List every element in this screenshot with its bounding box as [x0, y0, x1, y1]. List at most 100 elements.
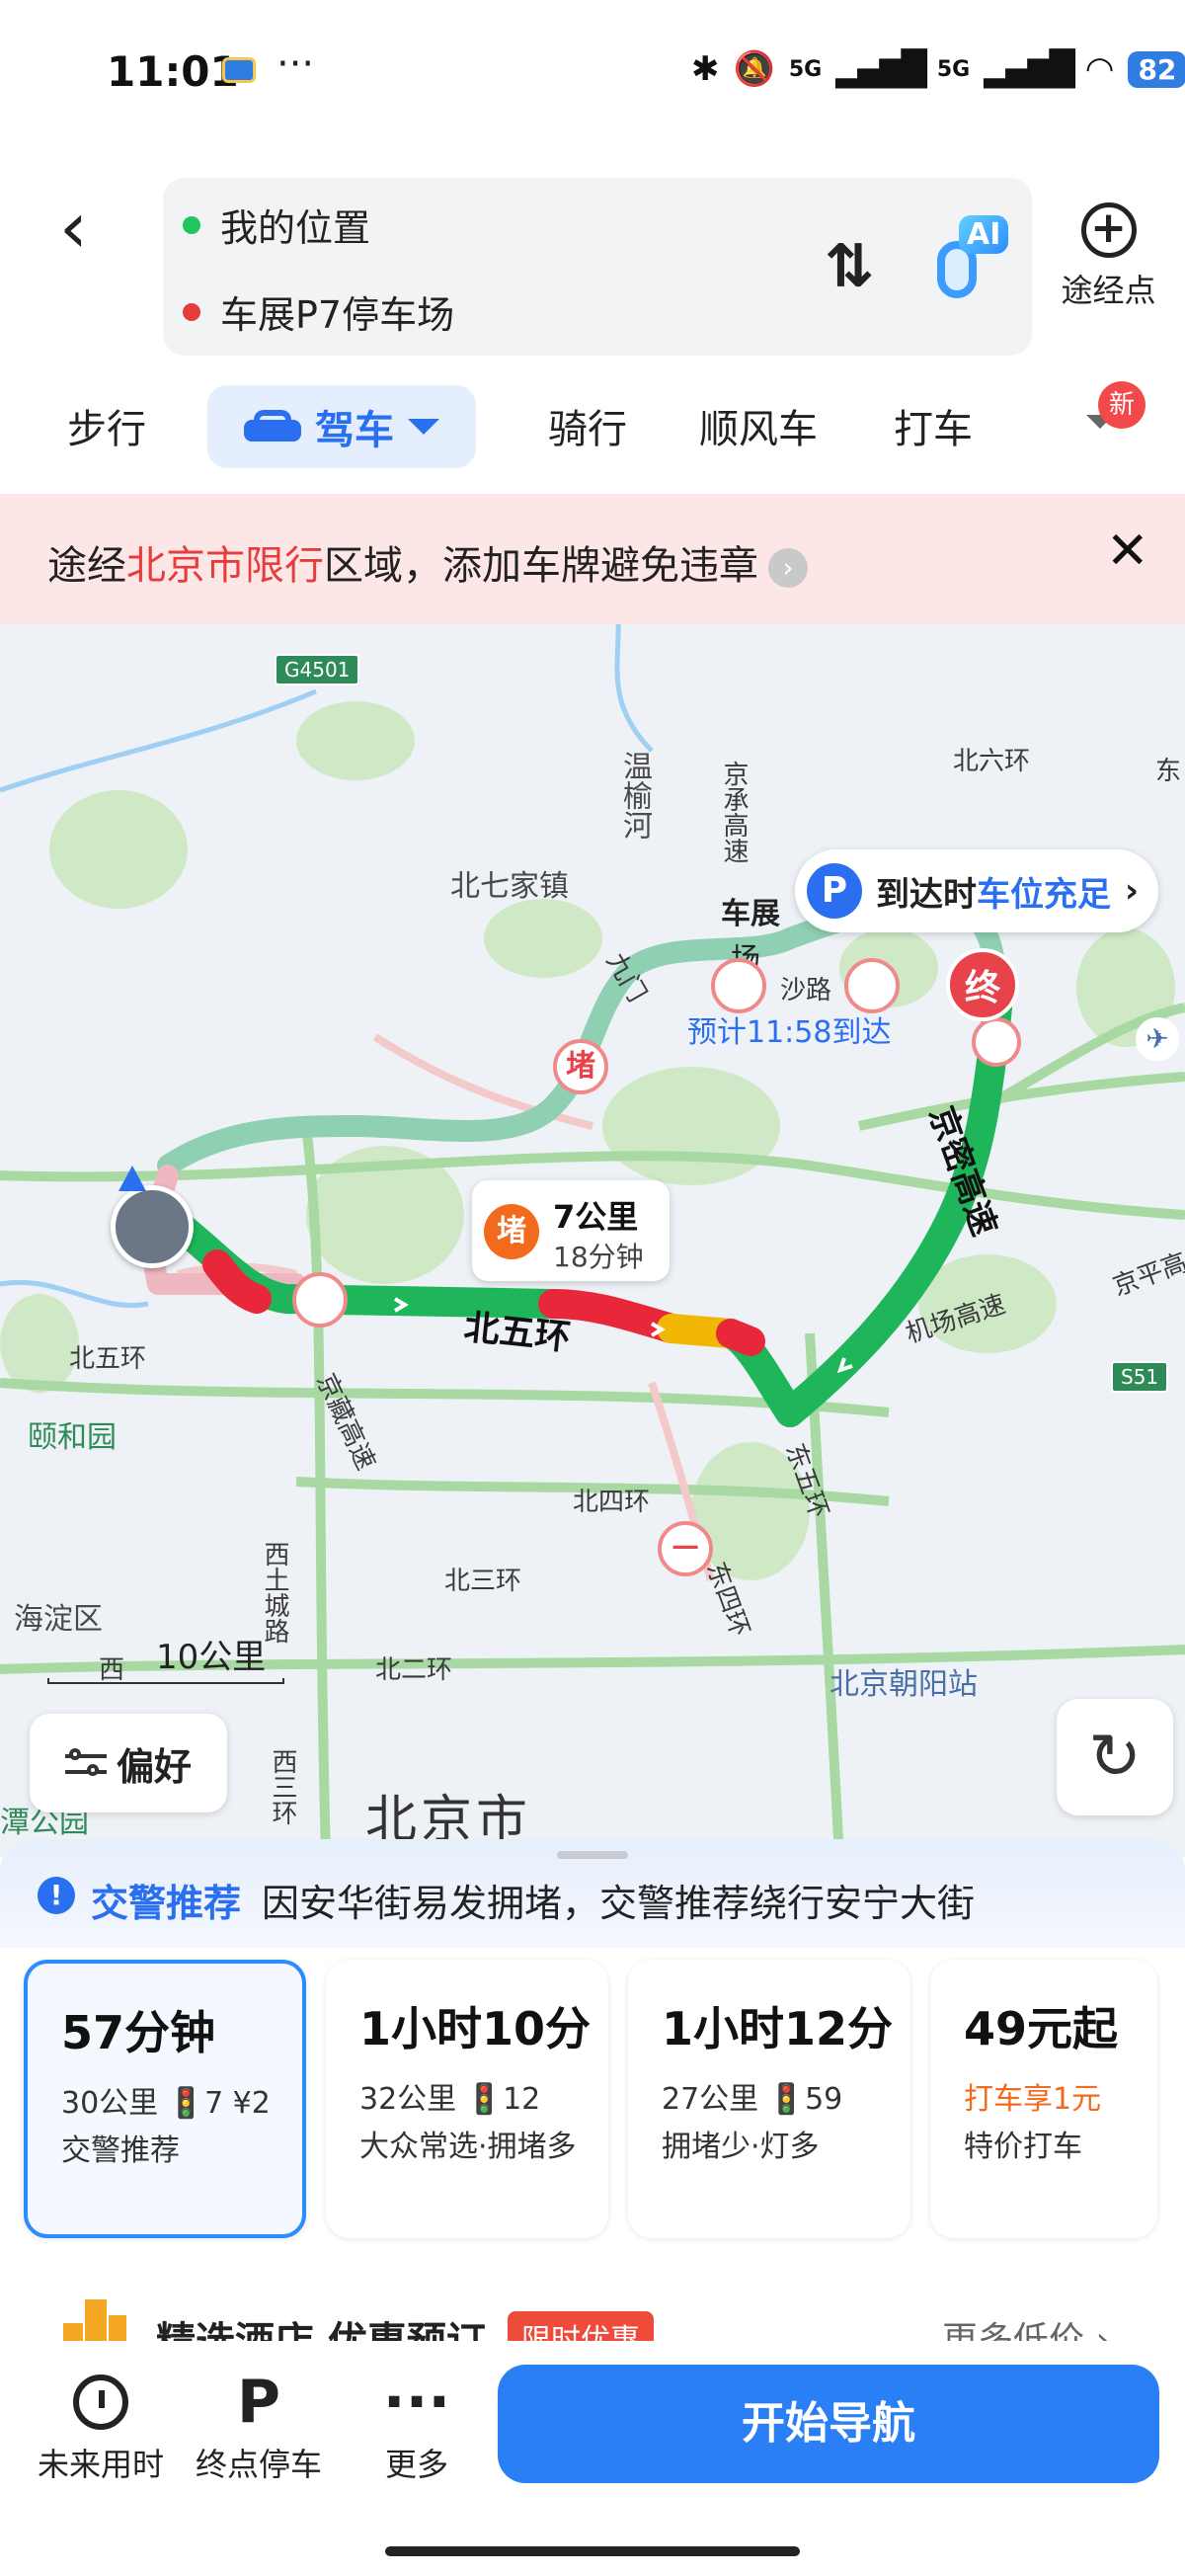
- refresh-icon[interactable]: ↻: [1057, 1699, 1173, 1815]
- tab-bike[interactable]: 骑行: [548, 397, 627, 454]
- network-5g-label: 5G: [788, 56, 823, 82]
- parking-availability-chip[interactable]: P 到达时 车位充足 ›: [795, 849, 1159, 932]
- start-navigation-button[interactable]: 开始导航: [498, 2365, 1159, 2483]
- origin-field[interactable]: 我的位置: [183, 198, 370, 252]
- signal-icon: ▂▄▆█: [835, 49, 927, 89]
- alert-highlight: 北京市限行: [126, 543, 324, 589]
- jam-callout[interactable]: 堵 7公里 18分钟: [472, 1180, 670, 1281]
- more-label: 更多: [384, 2446, 448, 2483]
- taxi-sub: 特价打车: [964, 2130, 1082, 2164]
- future-time-label: 未来用时: [37, 2446, 164, 2483]
- info-icon: !: [38, 1877, 75, 1914]
- dest-parking-button[interactable]: P 终点停车: [180, 2365, 338, 2485]
- tip-title: 交警推荐: [91, 1882, 242, 1925]
- road-label: 北五环: [69, 1344, 147, 1374]
- construction-icon[interactable]: [844, 958, 900, 1013]
- place-label: 车展: [721, 897, 780, 931]
- ai-voice-button[interactable]: AI: [923, 215, 1009, 314]
- status-bar: 11:01 ··· ✱ 🔕 5G ▂▄▆█ 5G ▂▄▆█ ◠ 82: [0, 0, 1185, 148]
- back-icon[interactable]: ‹: [59, 188, 118, 267]
- current-location-icon: [111, 1185, 194, 1268]
- more-button[interactable]: ··· 更多: [338, 2365, 496, 2485]
- ai-badge: AI: [959, 215, 1009, 254]
- mute-icon: 🔕: [733, 49, 775, 89]
- route-card[interactable]: 1小时10分 32公里 🚦12 大众常选·拥堵多: [326, 1960, 608, 2238]
- police-tip[interactable]: ! 交警推荐 因安华街易发拥堵，交警推荐绕行安宁大街: [0, 1839, 1185, 1948]
- tip-text: 因安华街易发拥堵，交警推荐绕行安宁大街: [262, 1882, 976, 1925]
- dest-parking-label: 终点停车: [195, 2446, 322, 2483]
- road-label: 西三环: [268, 1748, 297, 1825]
- parking-prefix: 到达时: [876, 874, 977, 915]
- scale-bar: [47, 1678, 284, 1684]
- close-icon[interactable]: ✕: [1106, 522, 1149, 581]
- camera-icon[interactable]: [292, 1272, 348, 1328]
- route-options: 57分钟 30公里 🚦7 ¥2 交警推荐 1小时10分 32公里 🚦12 大众常…: [24, 1960, 1179, 2252]
- home-indicator[interactable]: [385, 2546, 800, 2556]
- future-time-button[interactable]: 未来用时: [22, 2365, 180, 2485]
- wallet-icon: [222, 57, 256, 83]
- destination-field[interactable]: 车展P7停车场: [183, 284, 454, 339]
- waypoint-label: 途经点: [1061, 272, 1156, 309]
- road-label: 北四环: [573, 1488, 651, 1517]
- route-card[interactable]: 57分钟 30公里 🚦7 ¥2 交警推荐: [24, 1960, 306, 2238]
- place-label: 北七家镇: [450, 869, 569, 904]
- jam-marker-icon[interactable]: 堵: [553, 1039, 608, 1094]
- road-label: 西土城路: [260, 1541, 289, 1644]
- road-label: 北六环: [953, 747, 1031, 776]
- road-label: 沙路: [780, 976, 832, 1006]
- eta-label: 预计11:58到达: [687, 1015, 892, 1050]
- destination-dot-icon: [183, 302, 200, 321]
- place-label: 颐和园: [28, 1420, 117, 1455]
- alert-message: 途经北京市限行区域，添加车牌避免违章 ›: [47, 533, 808, 591]
- travel-mode-tabs: 步行 驾车 骑行 顺风车 打车: [0, 385, 1185, 474]
- car-icon: [244, 410, 301, 443]
- wifi-icon: ◠: [1084, 49, 1115, 89]
- taxi-card[interactable]: 49元起 打车享1元 特价打车: [930, 1960, 1157, 2238]
- tab-taxi[interactable]: 打车: [894, 397, 973, 454]
- road-label: 北二环: [375, 1655, 453, 1685]
- status-indicators: ✱ 🔕 5G ▂▄▆█ 5G ▂▄▆█ ◠ 82: [691, 49, 1185, 89]
- parking-status: 车位充足: [977, 874, 1111, 915]
- preference-button[interactable]: 偏好: [30, 1714, 227, 1812]
- new-badge: 新: [1098, 381, 1146, 429]
- preference-label: 偏好: [116, 1744, 192, 1789]
- tab-drive[interactable]: 驾车: [207, 385, 476, 468]
- battery-indicator: 82: [1128, 50, 1185, 88]
- chevron-right-icon: ›: [768, 548, 808, 588]
- construction-icon[interactable]: [711, 958, 766, 1013]
- jam-distance: 7公里: [553, 1198, 639, 1236]
- route-tag: 大众常选·拥堵多: [359, 2130, 577, 2164]
- heading-arrow-icon: [118, 1166, 146, 1191]
- parking-icon: P: [807, 863, 862, 919]
- station-label: 北京朝阳站: [830, 1667, 978, 1702]
- road-label: 京承高速: [719, 761, 749, 863]
- river-label: 温榆河: [617, 751, 652, 840]
- chevron-down-icon: [408, 419, 439, 435]
- route-tag: 拥堵少·灯多: [662, 2130, 820, 2164]
- sliders-icon: [64, 1746, 107, 1780]
- route-meta: 32公里 🚦12: [359, 2082, 541, 2117]
- traffic-cone-icon: [972, 1017, 1021, 1067]
- taxi-promo: 打车享1元: [964, 2082, 1102, 2117]
- alert-prefix: 途经: [47, 543, 126, 589]
- tab-carpool[interactable]: 顺风车: [699, 397, 818, 454]
- taxi-price: 49元起: [964, 2002, 1119, 2055]
- route-card[interactable]: 1小时12分 27公里 🚦59 拥堵少·灯多: [628, 1960, 910, 2238]
- origin-text: 我的位置: [220, 206, 371, 250]
- route-meta: 30公里 🚦7 ¥2: [61, 2086, 271, 2121]
- highway-shield: S51: [1111, 1361, 1169, 1393]
- airport-icon: ✈: [1136, 1017, 1179, 1061]
- route-meta: 27公里 🚦59: [662, 2082, 843, 2117]
- swap-icon[interactable]: ⇅: [825, 232, 874, 301]
- route-duration: 1小时10分: [359, 2002, 592, 2055]
- route-duration: 57分钟: [61, 2006, 216, 2059]
- tab-walk[interactable]: 步行: [67, 397, 146, 454]
- network-5g-label-2: 5G: [936, 56, 971, 82]
- status-more-icon: ···: [276, 41, 315, 87]
- drag-handle[interactable]: [557, 1851, 628, 1859]
- add-waypoint-button[interactable]: + 途经点: [1052, 202, 1165, 311]
- tab-drive-label: 驾车: [315, 408, 394, 453]
- restriction-alert[interactable]: 途经北京市限行区域，添加车牌避免违章 › ✕: [0, 494, 1185, 624]
- bottom-bar: 未来用时 P 终点停车 ··· 更多 开始导航: [0, 2341, 1185, 2576]
- alert-suffix: 区域，添加车牌避免违章: [324, 543, 758, 589]
